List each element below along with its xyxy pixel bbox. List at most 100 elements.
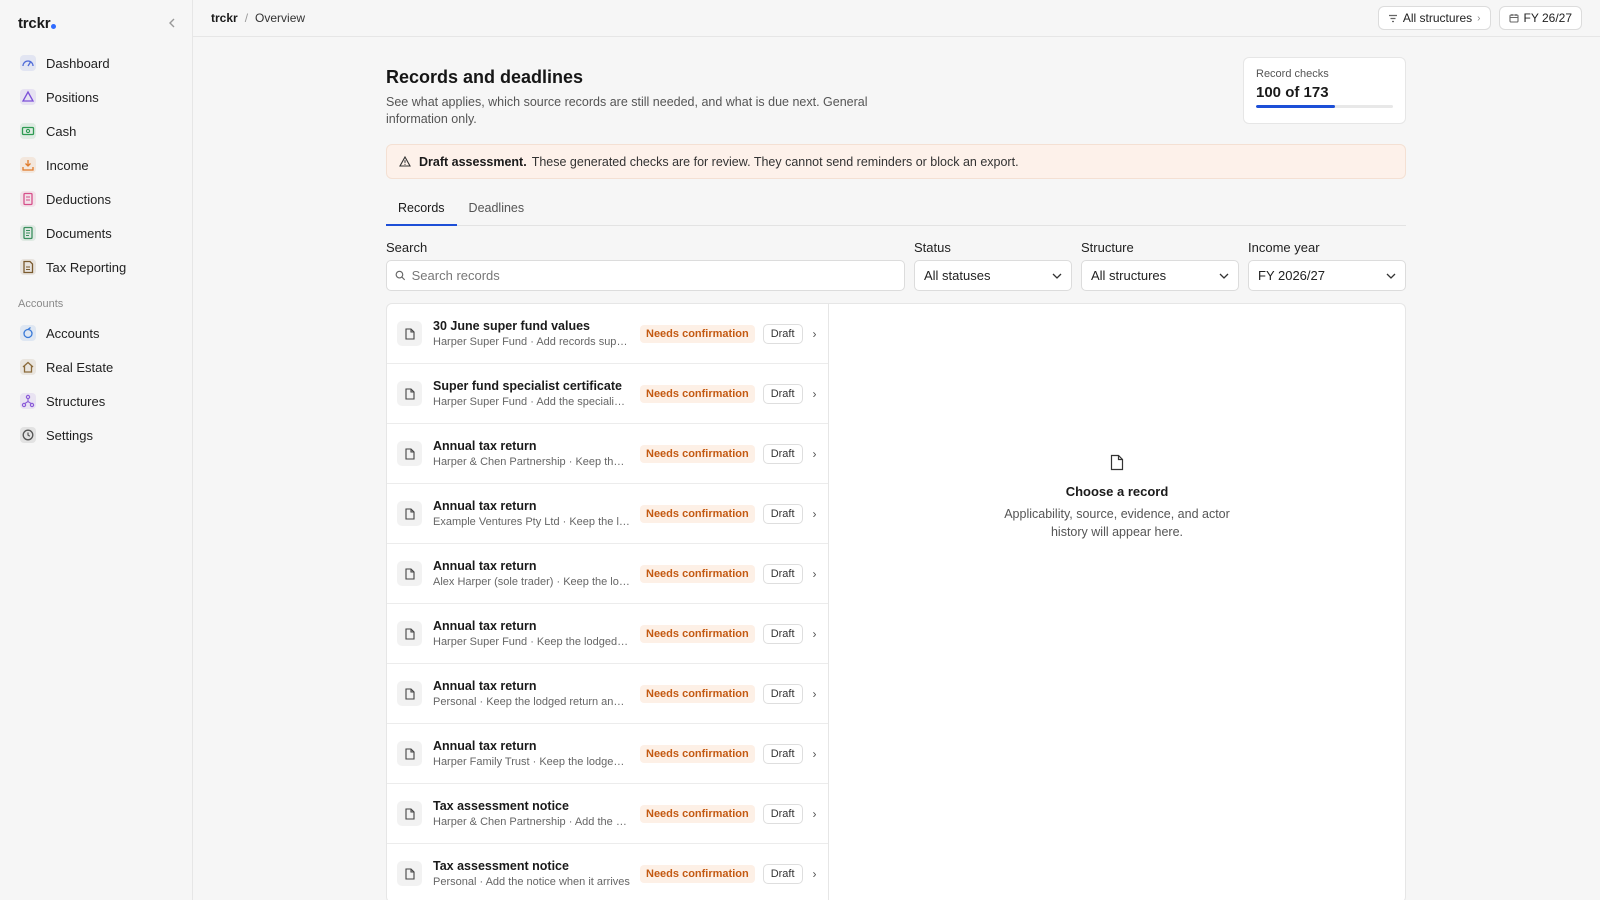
- record-row[interactable]: Annual tax return Harper Family Trust · …: [387, 724, 828, 784]
- record-subtitle: Harper & Chen Partnership · Add the no..…: [433, 816, 630, 828]
- record-text: Annual tax return Harper & Chen Partners…: [433, 439, 630, 468]
- record-subtitle: Personal · Keep the lodged return and fi…: [433, 696, 630, 708]
- sidebar-item-settings[interactable]: Settings: [10, 418, 182, 452]
- record-title: Tax assessment notice: [433, 799, 569, 813]
- sidebar-item-icon: [20, 89, 36, 105]
- collapse-sidebar-button[interactable]: [164, 15, 180, 31]
- record-row[interactable]: Tax assessment notice Personal · Add the…: [387, 844, 828, 900]
- needs-confirmation-badge: Needs confirmation: [640, 684, 755, 703]
- page-header: Records and deadlines See what applies, …: [386, 57, 1406, 128]
- content: Records and deadlines See what applies, …: [193, 37, 1600, 900]
- sidebar-item-cash[interactable]: Cash: [10, 114, 182, 148]
- sidebar-item-positions[interactable]: Positions: [10, 80, 182, 114]
- record-icon-wrap: [397, 621, 422, 646]
- income-year-select[interactable]: FY 2026/27: [1248, 260, 1406, 291]
- needs-confirmation-badge: Needs confirmation: [640, 564, 755, 583]
- sidebar-item-label: Accounts: [46, 325, 100, 341]
- fiscal-year-button[interactable]: FY 26/27: [1498, 6, 1582, 30]
- record-text: Annual tax return Harper Family Trust · …: [433, 739, 630, 768]
- record-title: Annual tax return: [433, 559, 537, 573]
- structure-select[interactable]: All structures: [1081, 260, 1239, 291]
- record-icon-wrap: [397, 501, 422, 526]
- sidebar-item-label: Income: [46, 157, 89, 173]
- document-icon: [404, 327, 415, 340]
- record-list: 30 June super fund values Harper Super F…: [387, 304, 829, 900]
- needs-confirmation-badge: Needs confirmation: [640, 804, 755, 823]
- calendar-icon: [1508, 14, 1519, 23]
- needs-confirmation-badge: Needs confirmation: [640, 864, 755, 883]
- sidebar-item-structures[interactable]: Structures: [10, 384, 182, 418]
- chevron-down-icon: [1386, 273, 1396, 279]
- record-title: Tax assessment notice: [433, 859, 569, 873]
- draft-badge: Draft: [762, 863, 803, 884]
- status-filter: Status All statuses: [914, 240, 1072, 291]
- sidebar-item-label: Structures: [46, 393, 106, 409]
- sidebar-item-label: Dashboard: [46, 55, 110, 71]
- sidebar-item-documents[interactable]: Documents: [10, 216, 182, 250]
- fiscal-year-label: FY 26/27: [1523, 11, 1572, 25]
- tab-deadlines[interactable]: Deadlines: [457, 191, 537, 225]
- sidebar-item-real-estate[interactable]: Real Estate: [10, 350, 182, 384]
- search-input[interactable]: [411, 268, 896, 283]
- search-box[interactable]: [386, 260, 905, 291]
- breadcrumb: trckr / Overview: [211, 11, 305, 25]
- record-subtitle: Example Ventures Pty Ltd · Keep the lo..…: [433, 516, 630, 528]
- record-row[interactable]: Annual tax return Example Ventures Pty L…: [387, 484, 828, 544]
- record-checks-value: 100 of 173: [1256, 84, 1329, 101]
- breadcrumb-root[interactable]: trckr: [211, 11, 238, 25]
- needs-confirmation-badge: Needs confirmation: [640, 324, 755, 343]
- record-row[interactable]: Annual tax return Harper & Chen Partners…: [387, 424, 828, 484]
- record-subtitle: Harper Super Fund · Add the specialist .…: [433, 396, 630, 408]
- status-select[interactable]: All statuses: [914, 260, 1072, 291]
- sidebar-item-icon: [20, 325, 36, 341]
- record-row[interactable]: Annual tax return Personal · Keep the lo…: [387, 664, 828, 724]
- sidebar-item-tax-reporting[interactable]: Tax Reporting: [10, 250, 182, 284]
- record-text: Annual tax return Harper Super Fund · Ke…: [433, 619, 630, 648]
- document-icon: [1110, 454, 1124, 471]
- document-icon: [404, 567, 415, 580]
- record-title: Annual tax return: [433, 499, 537, 513]
- empty-state-subtitle: Applicability, source, evidence, and act…: [1004, 507, 1230, 539]
- chevron-right-icon: ›: [812, 806, 817, 821]
- page-subtitle: See what applies, which source records a…: [386, 95, 868, 126]
- record-row[interactable]: Annual tax return Alex Harper (sole trad…: [387, 544, 828, 604]
- needs-confirmation-badge: Needs confirmation: [640, 444, 755, 463]
- record-checks-progress: [1256, 105, 1393, 108]
- document-icon: [404, 687, 415, 700]
- record-text: Tax assessment notice Harper & Chen Part…: [433, 799, 630, 828]
- filters: Search Status All statuses: [386, 240, 1406, 291]
- breadcrumb-separator: /: [244, 11, 249, 25]
- record-icon-wrap: [397, 321, 422, 346]
- draft-badge: Draft: [762, 623, 803, 644]
- sidebar-item-label: Positions: [46, 89, 99, 105]
- draft-badge: Draft: [762, 803, 803, 824]
- record-title: Annual tax return: [433, 439, 537, 453]
- tab-records[interactable]: Records: [386, 191, 457, 226]
- sidebar-item-accounts[interactable]: Accounts: [10, 316, 182, 350]
- draft-assessment-banner: Draft assessment. These generated checks…: [386, 144, 1406, 179]
- record-row[interactable]: 30 June super fund values Harper Super F…: [387, 304, 828, 364]
- chevron-right-icon: ›: [812, 446, 817, 461]
- sidebar-item-deductions[interactable]: Deductions: [10, 182, 182, 216]
- chevron-right-icon: ›: [812, 386, 817, 401]
- all-structures-button[interactable]: All structures ›: [1377, 6, 1491, 30]
- chevron-left-icon: [169, 18, 175, 28]
- document-icon: [404, 807, 415, 820]
- record-icon-wrap: [397, 561, 422, 586]
- chevron-right-icon: ›: [812, 506, 817, 521]
- record-row[interactable]: Tax assessment notice Harper & Chen Part…: [387, 784, 828, 844]
- record-icon-wrap: [397, 681, 422, 706]
- document-icon: [404, 507, 415, 520]
- sidebar-item-dashboard[interactable]: Dashboard: [10, 46, 182, 80]
- record-row[interactable]: Super fund specialist certificate Harper…: [387, 364, 828, 424]
- record-row[interactable]: Annual tax return Harper Super Fund · Ke…: [387, 604, 828, 664]
- draft-badge: Draft: [762, 683, 803, 704]
- sidebar-item-income[interactable]: Income: [10, 148, 182, 182]
- chevron-down-icon: [1219, 273, 1229, 279]
- record-subtitle: Harper Super Fund · Add records supp...: [433, 336, 630, 348]
- record-title: Annual tax return: [433, 619, 537, 633]
- topbar: trckr / Overview All structures › FY 26/…: [193, 0, 1600, 37]
- nav-section-accounts: Accounts: [18, 298, 64, 310]
- income-icon: [22, 160, 34, 171]
- structure-filter: Structure All structures: [1081, 240, 1239, 291]
